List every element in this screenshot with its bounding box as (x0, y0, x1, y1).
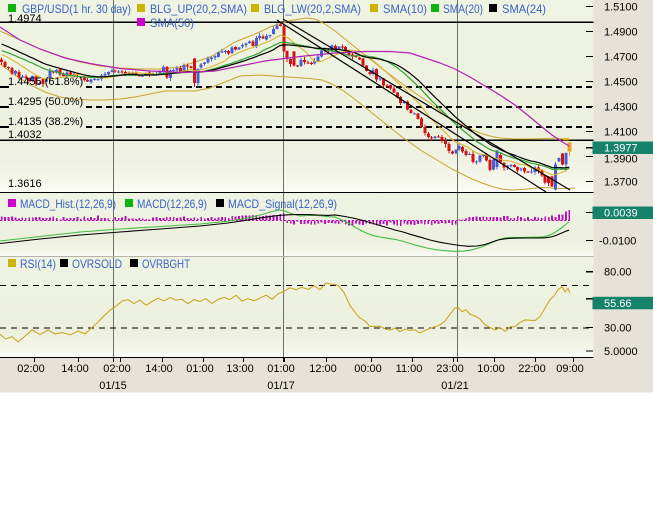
svg-text:GBP/USD(1 hr. 30 day): GBP/USD(1 hr. 30 day) (22, 2, 131, 16)
svg-text:1.3900: 1.3900 (604, 154, 638, 166)
svg-text:BLG_LW(20,2,SMA): BLG_LW(20,2,SMA) (264, 2, 361, 16)
svg-text:MACD_Signal(12,26,9): MACD_Signal(12,26,9) (228, 197, 337, 211)
svg-text:12:00: 12:00 (309, 363, 337, 375)
svg-text:1.4700: 1.4700 (604, 52, 638, 64)
svg-text:RSI(14): RSI(14) (20, 257, 56, 271)
svg-text:23:00: 23:00 (436, 363, 464, 375)
svg-text:0.0039: 0.0039 (604, 208, 638, 220)
svg-text:01/15: 01/15 (99, 380, 127, 392)
svg-text:1.3616: 1.3616 (8, 178, 42, 190)
svg-text:14:00: 14:00 (145, 363, 173, 375)
svg-text:1.3977: 1.3977 (604, 143, 638, 155)
svg-text:OVRBGHT: OVRBGHT (142, 257, 191, 271)
svg-text:01:00: 01:00 (267, 363, 295, 375)
svg-text:02:00: 02:00 (17, 363, 45, 375)
svg-text:30.00: 30.00 (604, 322, 632, 334)
svg-text:1.4100: 1.4100 (604, 127, 638, 139)
svg-text:1.4135 (38.2%): 1.4135 (38.2%) (8, 116, 83, 128)
svg-text:1.4032: 1.4032 (8, 129, 42, 141)
svg-text:1.4300: 1.4300 (604, 102, 638, 114)
svg-text:MACD(12,26,9): MACD(12,26,9) (137, 197, 207, 211)
svg-text:-0.0100: -0.0100 (599, 236, 636, 248)
svg-text:SMA(24): SMA(24) (502, 2, 546, 16)
svg-text:11:00: 11:00 (396, 363, 423, 375)
svg-text:SMA(50): SMA(50) (150, 16, 194, 30)
svg-text:13:00: 13:00 (226, 363, 254, 375)
svg-text:09:00: 09:00 (556, 363, 584, 375)
svg-text:1.4900: 1.4900 (604, 27, 638, 39)
svg-text:SMA(10): SMA(10) (383, 2, 427, 16)
svg-text:00:00: 00:00 (354, 363, 382, 375)
svg-text:OVRSOLD: OVRSOLD (72, 257, 122, 271)
svg-text:SMA(20): SMA(20) (443, 2, 483, 16)
svg-text:55.66: 55.66 (604, 298, 632, 310)
svg-text:22:00: 22:00 (518, 363, 546, 375)
svg-text:02:00: 02:00 (103, 363, 131, 375)
svg-text:80.00: 80.00 (604, 267, 632, 279)
svg-text:14:00: 14:00 (61, 363, 89, 375)
svg-text:1.4455 (61.8%): 1.4455 (61.8%) (8, 76, 83, 88)
svg-text:1.4295 (50.0%): 1.4295 (50.0%) (8, 96, 83, 108)
svg-text:01:00: 01:00 (186, 363, 214, 375)
svg-text:1.3700: 1.3700 (604, 177, 638, 189)
svg-text:5.0000: 5.0000 (604, 346, 638, 358)
svg-text:MACD_Hist.(12,26,9): MACD_Hist.(12,26,9) (20, 197, 116, 211)
svg-text:1.5100: 1.5100 (604, 2, 638, 14)
svg-text:1.4500: 1.4500 (604, 77, 638, 89)
svg-text:01/21: 01/21 (441, 380, 469, 392)
svg-text:01/17: 01/17 (267, 380, 295, 392)
svg-text:BLG_UP(20,2,SMA): BLG_UP(20,2,SMA) (150, 2, 247, 16)
svg-text:10:00: 10:00 (477, 363, 505, 375)
